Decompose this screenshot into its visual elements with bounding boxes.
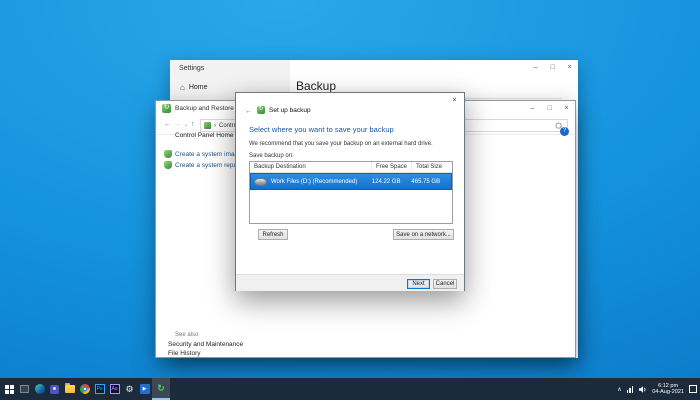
disk-drive-icon bbox=[254, 178, 267, 186]
audition-icon: Au bbox=[110, 384, 120, 394]
back-button[interactable]: ← bbox=[164, 121, 171, 128]
help-icon[interactable]: ? bbox=[560, 127, 569, 136]
close-button[interactable]: × bbox=[561, 60, 578, 74]
chrome-icon bbox=[80, 384, 90, 394]
maximize-button[interactable]: □ bbox=[544, 60, 561, 74]
movies-tv-icon: ▶ bbox=[140, 384, 150, 394]
save-on-network-button[interactable]: Save on a network... bbox=[393, 229, 454, 240]
taskbar-item-chrome[interactable] bbox=[77, 378, 92, 400]
task-view-button[interactable] bbox=[17, 378, 32, 400]
setup-backup-dialog: × ← Set up backup Select where you want … bbox=[235, 92, 465, 291]
speaker-icon[interactable] bbox=[638, 385, 647, 394]
control-panel-home-link[interactable]: Control Panel Home bbox=[175, 132, 234, 139]
taskbar-item-audition[interactable]: Au bbox=[107, 378, 122, 400]
backup-destination-table: Backup Destination Free Space Total Size… bbox=[249, 161, 453, 224]
action-center-icon[interactable] bbox=[689, 385, 697, 393]
taskbar-item-teams[interactable] bbox=[47, 378, 62, 400]
system-image-icon bbox=[164, 150, 172, 158]
taskbar-apps: Ps Au ⚙ ▶ ↻ bbox=[2, 378, 170, 400]
close-icon[interactable]: × bbox=[447, 95, 462, 105]
desktop: Settings – □ × ⌂ Home Backup Backup and … bbox=[0, 0, 700, 400]
file-explorer-icon bbox=[65, 385, 75, 393]
dialog-description: We recommend that you save your backup o… bbox=[249, 141, 433, 147]
photoshop-icon: Ps bbox=[95, 384, 105, 394]
drive-total-size: 465.75 GB bbox=[411, 179, 451, 185]
system-tray: ∧ 6:12 pm 04-Aug-2021 bbox=[617, 378, 697, 400]
search-input[interactable] bbox=[450, 119, 568, 132]
column-total-size[interactable]: Total Size bbox=[412, 162, 452, 172]
hidden-icons-chevron[interactable]: ∧ bbox=[617, 386, 621, 393]
backup-restore-icon: ↻ bbox=[157, 383, 165, 394]
taskbar-clock[interactable]: 6:12 pm 04-Aug-2021 bbox=[652, 383, 684, 396]
taskbar-item-photoshop[interactable]: Ps bbox=[92, 378, 107, 400]
windows-logo-icon bbox=[5, 385, 14, 394]
taskbar-item-settings[interactable]: ⚙ bbox=[122, 378, 137, 400]
sidebar-item-home[interactable]: ⌂ Home bbox=[180, 83, 208, 92]
next-button[interactable]: Next bbox=[407, 279, 430, 289]
home-icon: ⌂ bbox=[180, 83, 185, 92]
up-button[interactable]: ↑ bbox=[191, 121, 195, 128]
forward-button[interactable]: → bbox=[174, 121, 181, 128]
breadcrumb-separator: › bbox=[214, 123, 216, 129]
start-button[interactable] bbox=[2, 378, 17, 400]
backup-app-icon bbox=[162, 104, 171, 113]
create-system-image-link[interactable]: Create a system image bbox=[164, 150, 242, 158]
backup-window-controls: – □ × bbox=[524, 101, 575, 115]
minimize-button[interactable]: – bbox=[524, 101, 541, 115]
dialog-title: Set up backup bbox=[269, 107, 311, 114]
see-also-header: See also bbox=[175, 332, 198, 338]
taskbar-item-file-explorer[interactable] bbox=[62, 378, 77, 400]
dialog-heading: Select where you want to save your backu… bbox=[249, 125, 394, 134]
security-maintenance-link[interactable]: Security and Maintenance bbox=[168, 341, 243, 348]
table-header: Backup Destination Free Space Total Size bbox=[250, 162, 452, 173]
edge-icon bbox=[35, 384, 45, 394]
settings-page-title: Backup bbox=[296, 79, 336, 93]
settings-window-controls: – □ × bbox=[527, 60, 578, 74]
column-backup-destination[interactable]: Backup Destination bbox=[250, 162, 372, 172]
gear-icon: ⚙ bbox=[125, 384, 133, 394]
column-free-space[interactable]: Free Space bbox=[372, 162, 412, 172]
taskbar-item-movies-tv[interactable]: ▶ bbox=[137, 378, 152, 400]
refresh-button[interactable]: Refresh bbox=[258, 229, 288, 240]
settings-window-title: Settings bbox=[179, 65, 204, 72]
repair-disc-icon bbox=[164, 161, 172, 169]
file-history-link[interactable]: File History bbox=[168, 350, 201, 357]
link-label: Create a system image bbox=[175, 151, 242, 158]
control-panel-icon bbox=[204, 122, 211, 129]
maximize-button[interactable]: □ bbox=[541, 101, 558, 115]
drive-name: Work Files (D:) (Recommended) bbox=[271, 179, 357, 185]
task-view-icon bbox=[20, 385, 29, 393]
close-button[interactable]: × bbox=[558, 101, 575, 115]
clock-date: 04-Aug-2021 bbox=[652, 389, 684, 396]
back-arrow-icon[interactable]: ← bbox=[245, 106, 253, 115]
taskbar-item-edge[interactable] bbox=[32, 378, 47, 400]
teams-icon bbox=[50, 385, 59, 394]
drive-free-space: 124.22 GB bbox=[372, 179, 412, 185]
setup-backup-icon bbox=[257, 106, 265, 114]
taskbar-item-backup-restore-active[interactable]: ↻ bbox=[152, 378, 170, 400]
table-row[interactable]: Work Files (D:) (Recommended) 124.22 GB … bbox=[250, 173, 452, 190]
save-backup-on-label: Save backup on: bbox=[249, 153, 294, 159]
cancel-button[interactable]: Cancel bbox=[433, 279, 457, 289]
minimize-button[interactable]: – bbox=[527, 60, 544, 74]
taskbar: Ps Au ⚙ ▶ ↻ ∧ 6:12 bbox=[0, 378, 700, 400]
home-label: Home bbox=[189, 84, 208, 91]
network-icon[interactable] bbox=[627, 386, 634, 393]
history-dropdown-icon[interactable]: ∨ bbox=[184, 123, 188, 129]
